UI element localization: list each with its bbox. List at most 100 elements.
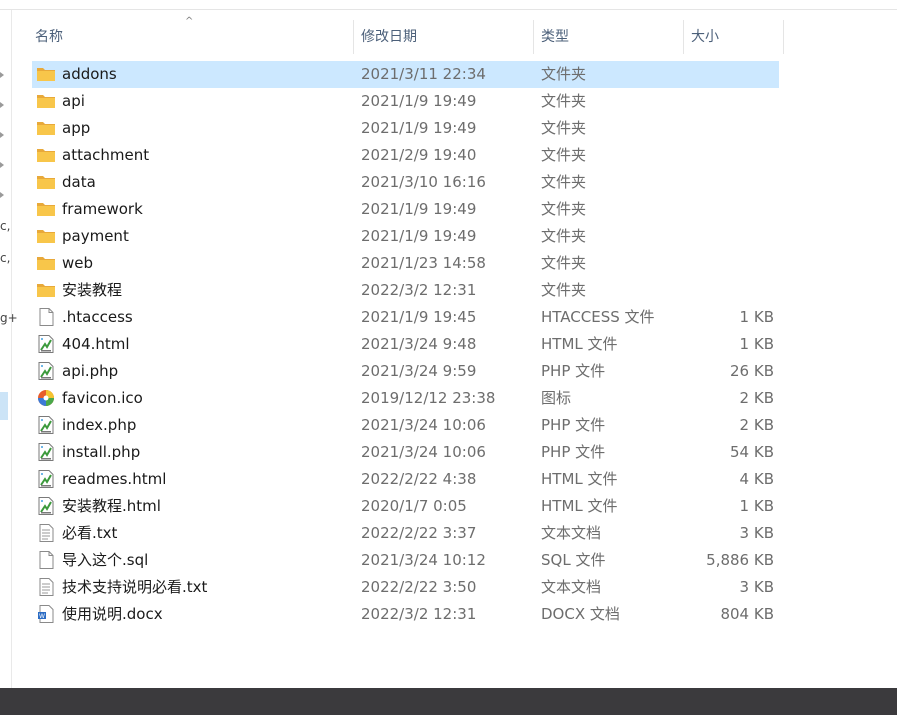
file-name: web: [62, 254, 94, 272]
file-row[interactable]: web 2021/1/23 14:58 文件夹: [32, 250, 779, 277]
file-name: addons: [62, 65, 117, 83]
nav-selected-item[interactable]: [0, 392, 8, 420]
column-divider[interactable]: [783, 20, 784, 54]
file-type: PHP 文件: [541, 443, 606, 461]
taskbar[interactable]: [0, 688, 897, 715]
file-modified-date: 2021/3/24 10:06: [361, 416, 486, 434]
folder-icon: [37, 68, 55, 81]
file-row[interactable]: install.php 2021/3/24 10:06 PHP 文件 54 KB: [32, 439, 779, 466]
file-row[interactable]: addons 2021/3/11 22:34 文件夹: [32, 61, 779, 88]
folder-icon: [37, 149, 55, 162]
folder-icon: [37, 257, 55, 270]
navigation-pane[interactable]: c, c, g+: [0, 10, 18, 688]
file-type: SQL 文件: [541, 551, 606, 569]
file-row[interactable]: index.php 2021/3/24 10:06 PHP 文件 2 KB: [32, 412, 779, 439]
text-file-icon: [39, 524, 54, 542]
file-type: 图标: [541, 389, 572, 407]
file-size: 54 KB: [730, 443, 774, 461]
file-name: attachment: [62, 146, 150, 164]
file-type: 文件夹: [541, 119, 587, 137]
column-header-size[interactable]: 大小: [685, 20, 783, 54]
file-name: api.php: [62, 362, 119, 380]
file-modified-date: 2022/3/2 12:31: [361, 281, 477, 299]
column-header-name[interactable]: 名称: [29, 20, 353, 54]
code-file-icon: [38, 362, 54, 380]
file-row[interactable]: api.php 2021/3/24 9:59 PHP 文件 26 KB: [32, 358, 779, 385]
column-header-bar: ^ 名称 修改日期 类型 大小: [0, 16, 897, 54]
folder-icon: [37, 95, 55, 108]
folder-icon: [37, 122, 55, 135]
column-divider[interactable]: [683, 20, 684, 54]
nav-item-fragment[interactable]: g+: [0, 311, 18, 325]
expand-arrow-icon[interactable]: [0, 192, 4, 198]
file-name: readmes.html: [62, 470, 167, 488]
file-name: api: [62, 92, 85, 110]
blank-file-icon: [39, 308, 54, 326]
file-row[interactable]: readmes.html 2022/2/22 4:38 HTML 文件 4 KB: [32, 466, 779, 493]
blank-file-icon: [39, 551, 54, 569]
file-modified-date: 2021/1/23 14:58: [361, 254, 486, 272]
file-modified-date: 2021/1/9 19:49: [361, 200, 477, 218]
file-type: 文本文档: [541, 578, 602, 596]
file-type: 文件夹: [541, 200, 587, 218]
file-name: 使用说明.docx: [62, 605, 163, 623]
nav-item-fragment[interactable]: c,: [0, 251, 10, 265]
file-row[interactable]: 404.html 2021/3/24 9:48 HTML 文件 1 KB: [32, 331, 779, 358]
file-row[interactable]: framework 2021/1/9 19:49 文件夹: [32, 196, 779, 223]
text-file-icon: [39, 578, 54, 596]
folder-icon: [37, 284, 55, 297]
file-row[interactable]: favicon.ico 2019/12/12 23:38 图标 2 KB: [32, 385, 779, 412]
nav-item-fragment[interactable]: c,: [0, 219, 10, 233]
column-header-date[interactable]: 修改日期: [355, 20, 533, 54]
svg-text:W: W: [39, 613, 45, 620]
file-name: data: [62, 173, 96, 191]
column-divider[interactable]: [533, 20, 534, 54]
file-modified-date: 2021/3/24 10:12: [361, 551, 486, 569]
file-modified-date: 2021/1/9 19:49: [361, 119, 477, 137]
file-row[interactable]: W 使用说明.docx 2022/3/2 12:31 DOCX 文档 804 KB: [32, 601, 779, 628]
file-modified-date: 2021/3/11 22:34: [361, 65, 486, 83]
file-row[interactable]: api 2021/1/9 19:49 文件夹: [32, 88, 779, 115]
file-row[interactable]: 安装教程 2022/3/2 12:31 文件夹: [32, 277, 779, 304]
file-size: 1 KB: [739, 335, 774, 353]
file-name: 技术支持说明必看.txt: [62, 578, 208, 596]
file-type: HTML 文件: [541, 470, 618, 488]
folder-icon: [37, 176, 55, 189]
code-file-icon: [38, 416, 54, 434]
file-row[interactable]: 导入这个.sql 2021/3/24 10:12 SQL 文件 5,886 KB: [32, 547, 779, 574]
file-size: 804 KB: [720, 605, 774, 623]
code-file-icon: [38, 497, 54, 515]
file-name: 必看.txt: [62, 524, 118, 542]
file-size: 3 KB: [739, 524, 774, 542]
file-modified-date: 2021/3/24 9:59: [361, 362, 477, 380]
file-name: 404.html: [62, 335, 130, 353]
code-file-icon: [38, 335, 54, 353]
file-name: app: [62, 119, 91, 137]
file-modified-date: 2021/1/9 19:49: [361, 227, 477, 245]
file-row[interactable]: data 2021/3/10 16:16 文件夹: [32, 169, 779, 196]
file-type: HTML 文件: [541, 497, 618, 515]
file-name: 导入这个.sql: [62, 551, 149, 569]
expand-arrow-icon[interactable]: [0, 102, 4, 108]
file-modified-date: 2022/3/2 12:31: [361, 605, 477, 623]
expand-arrow-icon[interactable]: [0, 132, 4, 138]
expand-arrow-icon[interactable]: [0, 162, 4, 168]
file-type: 文件夹: [541, 227, 587, 245]
favicon-icon: [38, 390, 54, 406]
file-type: 文本文档: [541, 524, 602, 542]
file-row[interactable]: attachment 2021/2/9 19:40 文件夹: [32, 142, 779, 169]
folder-icon: [37, 203, 55, 216]
file-row[interactable]: app 2021/1/9 19:49 文件夹: [32, 115, 779, 142]
file-row[interactable]: payment 2021/1/9 19:49 文件夹: [32, 223, 779, 250]
file-row[interactable]: 技术支持说明必看.txt 2022/2/22 3:50 文本文档 3 KB: [32, 574, 779, 601]
file-row[interactable]: 必看.txt 2022/2/22 3:37 文本文档 3 KB: [32, 520, 779, 547]
file-row[interactable]: 安装教程.html 2020/1/7 0:05 HTML 文件 1 KB: [32, 493, 779, 520]
file-name: .htaccess: [62, 308, 133, 326]
expand-arrow-icon[interactable]: [0, 72, 4, 78]
docx-file-icon: W: [38, 605, 54, 623]
file-row[interactable]: .htaccess 2021/1/9 19:45 HTACCESS 文件 1 KB: [32, 304, 779, 331]
column-divider[interactable]: [353, 20, 354, 54]
window-top-border: [0, 9, 897, 10]
file-size: 2 KB: [739, 389, 774, 407]
column-header-type[interactable]: 类型: [535, 20, 683, 54]
